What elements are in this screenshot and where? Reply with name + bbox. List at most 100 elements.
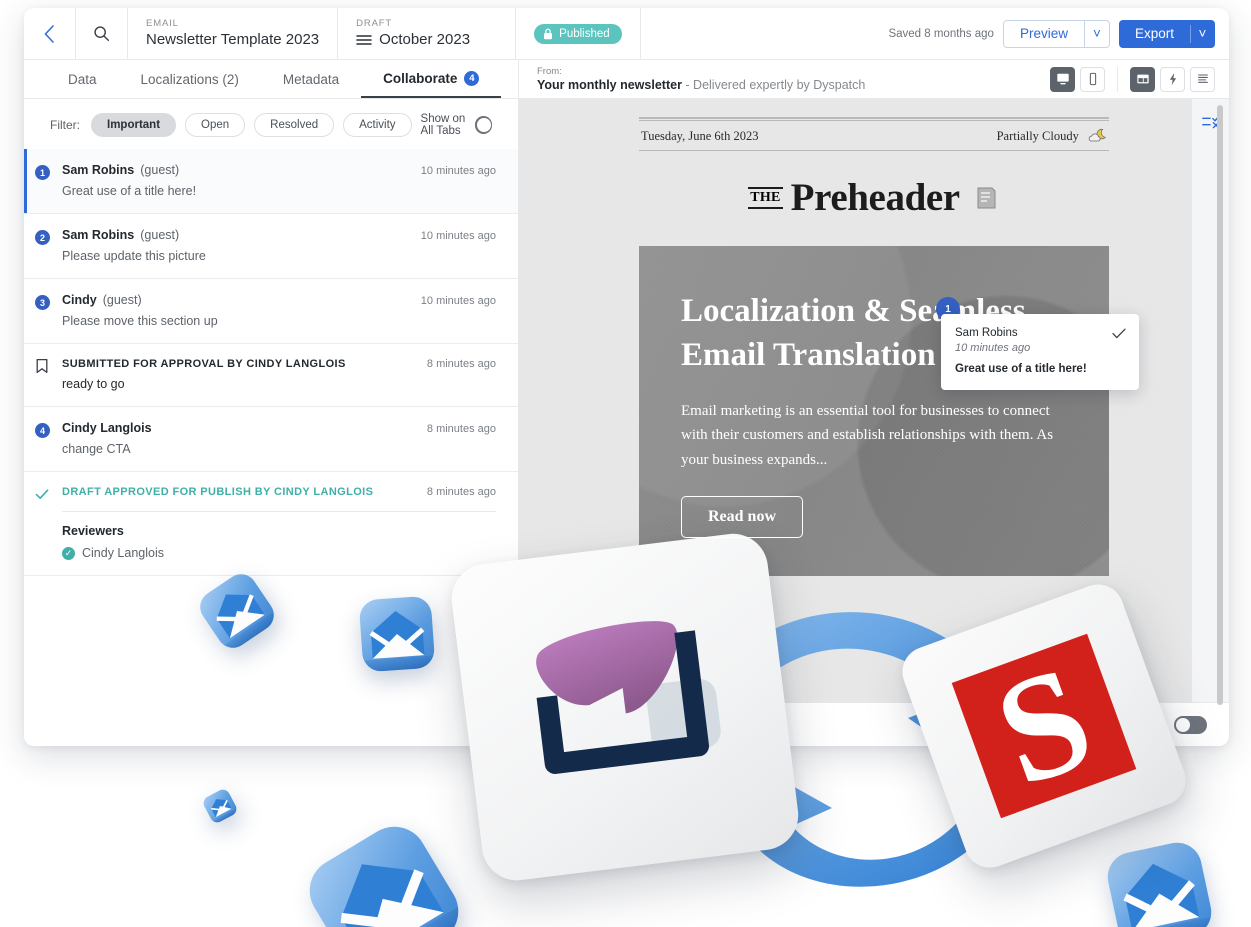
activity-item-approved[interactable]: DRAFT APPROVED FOR PUBLISH BY CINDY LANG… xyxy=(24,472,518,576)
mobile-view-button[interactable] xyxy=(1080,66,1105,92)
reviewer-row: ✓ Cindy Langlois xyxy=(62,546,496,560)
resolve-comment-button[interactable] xyxy=(1112,326,1126,342)
activity-item-submitted[interactable]: SUBMITTED FOR APPROVAL BY CINDY LANGLOIS… xyxy=(24,344,518,407)
filter-chip-important[interactable]: Important xyxy=(91,113,177,137)
tab-collaborate-badge: 4 xyxy=(464,70,480,86)
chevron-left-icon xyxy=(44,24,54,43)
preview-dropdown-button[interactable]: ˅ xyxy=(1084,19,1110,48)
device-toggle-group xyxy=(1038,66,1105,92)
email-date: Tuesday, June 6th 2023 xyxy=(641,128,759,143)
comment-text: Please move this section up xyxy=(62,314,218,328)
reviewers-title: Reviewers xyxy=(62,524,124,538)
filter-chip-activity[interactable]: Activity xyxy=(343,113,412,137)
hero-cta-button[interactable]: Read now xyxy=(681,495,804,538)
saved-status: Saved 8 months ago xyxy=(888,27,994,40)
comment-number-badge: 3 xyxy=(35,295,50,310)
from-name: Your monthly newsletter xyxy=(537,77,682,92)
hamburger-icon xyxy=(356,34,372,45)
comment-author-role: (guest) xyxy=(102,293,142,307)
comment-timestamp: 8 minutes ago xyxy=(426,423,496,435)
text-lines-icon xyxy=(1197,74,1208,83)
filter-chip-resolved[interactable]: Resolved xyxy=(254,113,335,137)
preview-footer: Comments xyxy=(519,702,1229,746)
popup-text: Great use of a title here! xyxy=(955,363,1087,375)
email-canvas: Tuesday, June 6th 2023 Partially Cloudy xyxy=(519,99,1229,746)
comment-author: Cindy Langlois xyxy=(62,421,152,435)
activity-timestamp: 8 minutes ago xyxy=(426,358,496,370)
masthead-the: THE xyxy=(748,186,783,209)
edit-rail xyxy=(1191,99,1229,702)
activity-text: ready to go xyxy=(62,377,125,391)
draft-name-cell[interactable]: DRAFT October 2023 xyxy=(338,8,517,59)
export-button[interactable]: Export xyxy=(1118,19,1190,48)
from-separator: - xyxy=(681,77,694,92)
comment-item[interactable]: 4 Cindy Langlois 8 minutes ago change CT… xyxy=(24,407,518,472)
layout-view-button[interactable] xyxy=(1130,66,1155,92)
envelope-app-icon-4 xyxy=(1103,838,1216,927)
render-mode-group xyxy=(1117,66,1215,92)
comment-header: Sam Robins (guest) 10 minutes ago xyxy=(62,163,496,177)
comment-pin-popup[interactable]: Sam Robins 10 minutes ago Great use of a… xyxy=(941,314,1139,390)
top-toolbar: EMAIL Newsletter Template 2023 DRAFT Oct… xyxy=(24,8,1229,60)
comment-item[interactable]: 2 Sam Robins (guest) 10 minutes ago Plea… xyxy=(24,214,518,279)
email-masthead: THE Preheader xyxy=(639,151,1109,242)
email-value: Newsletter Template 2023 xyxy=(146,30,320,48)
comment-item[interactable]: 3 Cindy (guest) 10 minutes ago Please mo… xyxy=(24,279,518,344)
comment-header: Sam Robins (guest) 10 minutes ago xyxy=(62,228,496,242)
from-value: Your monthly newsletter - Delivered expe… xyxy=(537,78,865,93)
preview-button[interactable]: Preview xyxy=(1002,19,1085,48)
filter-chip-open[interactable]: Open xyxy=(185,113,246,137)
preview-header: From: Your monthly newsletter - Delivere… xyxy=(519,60,1229,99)
comment-author: Cindy xyxy=(62,293,97,307)
export-dropdown-button[interactable]: ˅ xyxy=(1190,19,1215,48)
reviewer-name: Cindy Langlois xyxy=(82,546,164,560)
popup-author: Sam Robins xyxy=(955,327,1018,339)
export-split-button: Export ˅ xyxy=(1118,19,1215,48)
desktop-view-button[interactable] xyxy=(1050,66,1075,92)
preview-split-button: Preview ˅ xyxy=(1002,19,1110,48)
status-cell: Published xyxy=(516,8,641,59)
activity-title: SUBMITTED FOR APPROVAL BY CINDY LANGLOIS xyxy=(62,358,346,370)
plaintext-view-button[interactable] xyxy=(1190,66,1215,92)
amp-view-button[interactable] xyxy=(1160,66,1185,92)
preview-scrollbar[interactable] xyxy=(1217,105,1223,705)
comment-item[interactable]: 1 Sam Robins (guest) 10 minutes ago Grea… xyxy=(24,149,518,214)
popup-timestamp: 10 minutes ago xyxy=(955,342,1031,354)
tab-data[interactable]: Data xyxy=(46,60,119,98)
search-button[interactable] xyxy=(76,8,128,59)
tab-collaborate[interactable]: Collaborate 4 xyxy=(361,60,502,98)
desktop-icon xyxy=(1056,73,1069,85)
comment-list: 1 Sam Robins (guest) 10 minutes ago Grea… xyxy=(24,149,518,746)
comment-timestamp: 10 minutes ago xyxy=(420,230,496,242)
comment-text: Please update this picture xyxy=(62,249,206,263)
comment-author: Sam Robins xyxy=(62,228,135,242)
bookmark-icon xyxy=(36,358,48,374)
status-badge-label: Published xyxy=(559,27,610,40)
preview-panel: From: Your monthly newsletter - Delivere… xyxy=(519,60,1229,746)
email-weather: Partially Cloudy xyxy=(996,129,1079,143)
hero-body: Email marketing is an essential tool for… xyxy=(681,403,1054,468)
comments-toggle[interactable] xyxy=(1174,715,1207,734)
email-name-cell[interactable]: EMAIL Newsletter Template 2023 xyxy=(128,8,339,59)
screenshot-root: EMAIL Newsletter Template 2023 DRAFT Oct… xyxy=(0,0,1251,927)
back-button[interactable] xyxy=(24,8,76,59)
divider xyxy=(62,511,496,512)
check-icon xyxy=(1112,328,1126,339)
comment-number-badge: 2 xyxy=(35,230,50,245)
comment-author-role: (guest) xyxy=(140,228,180,242)
layout-icon xyxy=(1136,74,1149,84)
toolbar-actions: Saved 8 months ago Preview ˅ Export ˅ xyxy=(888,8,1229,59)
tab-localizations[interactable]: Localizations (2) xyxy=(119,60,261,98)
tab-metadata[interactable]: Metadata xyxy=(261,60,361,98)
toggle-knob xyxy=(1176,717,1190,732)
email-weather-group: Partially Cloudy xyxy=(997,128,1107,144)
comment-author-role: (guest) xyxy=(140,163,180,177)
show-on-all-tabs-toggle[interactable] xyxy=(474,116,492,134)
from-description: Delivered expertly by Dyspatch xyxy=(693,77,866,92)
comment-author: Sam Robins xyxy=(62,163,135,177)
activity-header: DRAFT APPROVED FOR PUBLISH BY CINDY LANG… xyxy=(62,486,496,498)
newspaper-icon xyxy=(977,187,996,208)
newspaper-meta-row: Tuesday, June 6th 2023 Partially Cloudy xyxy=(639,121,1109,150)
check-icon xyxy=(35,489,49,499)
